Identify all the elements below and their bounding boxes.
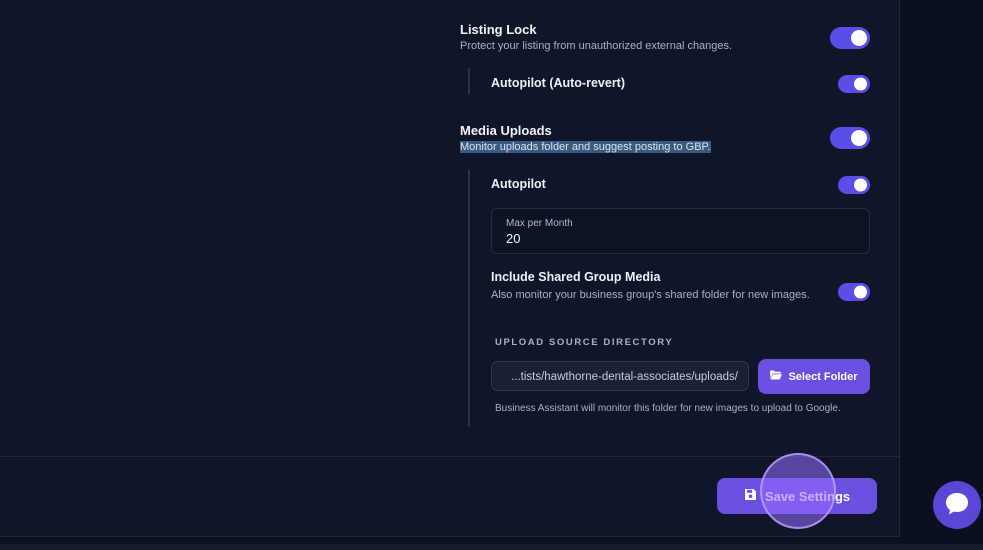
max-per-month-label: Max per Month [506, 218, 573, 229]
save-settings-button[interactable]: Save Settings [717, 478, 877, 514]
shared-group-title: Include Shared Group Media [491, 270, 661, 284]
shared-group-description: Also monitor your business group's share… [491, 289, 810, 301]
chat-launcher-button[interactable] [933, 481, 981, 529]
folder-open-icon [770, 370, 783, 383]
toggle-knob [851, 30, 867, 46]
media-uploads-description: Monitor uploads folder and suggest posti… [460, 141, 711, 153]
shared-group-toggle[interactable] [838, 283, 870, 301]
floppy-disk-icon [744, 488, 757, 504]
listing-lock-autopilot-toggle[interactable] [838, 75, 870, 93]
upload-source-path-input[interactable]: ...tists/hawthorne-dental-associates/upl… [491, 361, 749, 391]
media-uploads-title: Media Uploads [460, 123, 552, 138]
listing-lock-description: Protect your listing from unauthorized e… [460, 40, 733, 52]
media-uploads-autopilot-label: Autopilot [491, 177, 546, 191]
media-uploads-toggle[interactable] [830, 127, 870, 149]
chat-bubble-icon [944, 491, 970, 520]
listing-lock-autopilot-label: Autopilot (Auto-revert) [491, 76, 626, 90]
listing-lock-sub-divider [468, 68, 470, 94]
footer-divider [0, 456, 900, 457]
toggle-knob [854, 178, 867, 192]
listing-lock-toggle[interactable] [830, 27, 870, 49]
max-per-month-field[interactable]: Max per Month [491, 208, 870, 254]
upload-source-helper: Business Assistant will monitor this fol… [495, 403, 841, 414]
media-uploads-autopilot-toggle[interactable] [838, 176, 870, 194]
save-settings-label: Save Settings [764, 488, 851, 504]
toggle-knob [854, 77, 867, 91]
media-uploads-description-wrap: Monitor uploads folder and suggest posti… [460, 141, 711, 153]
max-per-month-input[interactable] [506, 231, 806, 246]
select-folder-label: Select Folder [788, 370, 858, 383]
select-folder-button[interactable]: Select Folder [758, 359, 870, 394]
listing-lock-title: Listing Lock [460, 22, 537, 37]
settings-page: Listing Lock Protect your listing from u… [0, 0, 983, 550]
media-uploads-sub-divider [468, 170, 470, 427]
upload-source-label: UPLOAD SOURCE DIRECTORY [495, 337, 674, 348]
bottom-strip [0, 544, 983, 550]
toggle-knob [854, 285, 867, 299]
toggle-knob [851, 130, 867, 146]
